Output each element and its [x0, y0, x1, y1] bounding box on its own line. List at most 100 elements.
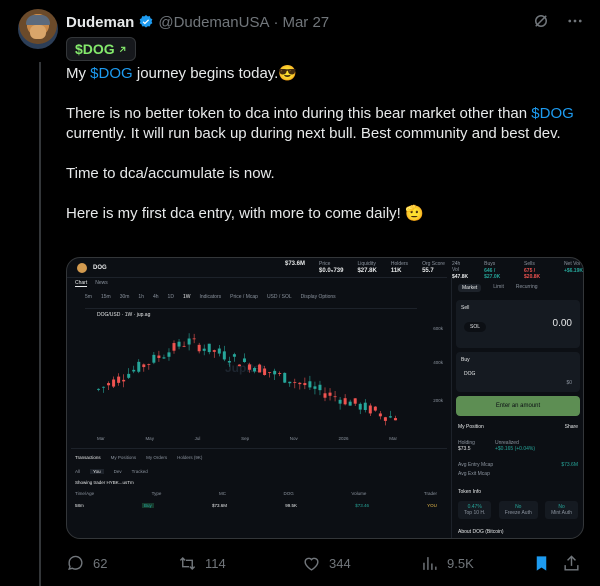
candle [212, 350, 216, 352]
candle [147, 364, 151, 365]
candle [283, 372, 287, 383]
candle [393, 418, 397, 421]
candle [388, 416, 392, 418]
tab-transactions[interactable]: Transactions [75, 455, 101, 460]
candle [197, 344, 201, 352]
y-axis: 600k 400k 200k [417, 308, 447, 434]
tf-1d[interactable]: 1D [168, 294, 174, 300]
attached-screenshot[interactable]: DOG $73.6M Price $0.0₅739 Liquidity $27.8K… [66, 257, 584, 539]
candle [152, 354, 156, 363]
bookmark-button[interactable] [532, 554, 562, 573]
price-chart[interactable]: Chart News 5m 15m 30m 1h 4h 1D 1W Indica… [71, 280, 447, 446]
tab-chart[interactable]: Chart [75, 280, 88, 287]
candle [258, 364, 262, 373]
display-options[interactable]: Display Options [301, 294, 336, 300]
candle [348, 401, 352, 406]
price-mcap-toggle[interactable]: Price / Mcap [230, 294, 258, 300]
tab-news[interactable]: News [95, 280, 108, 287]
token-topbar: DOG $73.6M Price $0.0₅739 Liquidity $27.8K… [67, 258, 447, 278]
candle [308, 381, 312, 388]
views-icon [423, 556, 437, 570]
candle [363, 402, 367, 411]
views-button[interactable]: 9.5K [420, 554, 532, 573]
share-link[interactable]: Share [565, 424, 578, 430]
buy-token[interactable]: DOG [464, 371, 475, 377]
arrow-up-right-icon [118, 41, 127, 57]
candle [207, 343, 211, 353]
repost-button[interactable]: 114 [178, 554, 302, 573]
cashtag-pill[interactable]: $DOG [66, 37, 136, 61]
view-count: 9.5K [447, 555, 474, 571]
candles-plot[interactable]: DOG/USD · 1W · jup.ag Jupiter [85, 308, 417, 434]
candle [202, 348, 206, 351]
sell-token[interactable]: SOL [464, 322, 487, 332]
candle [162, 357, 166, 359]
tf-4h[interactable]: 4h [153, 294, 159, 300]
tf-30m[interactable]: 30m [120, 294, 130, 300]
usd-sol-toggle[interactable]: USD / SOL [267, 294, 292, 300]
tab-holders[interactable]: Holders (9K) [177, 455, 202, 460]
grok-icon[interactable] [532, 12, 550, 30]
avatar[interactable] [18, 9, 58, 49]
sell-panel[interactable]: Sell SOL 0.00 [456, 300, 580, 348]
tf-1h[interactable]: 1h [138, 294, 144, 300]
coin-icon [77, 262, 87, 273]
about-token[interactable]: About DOG (Bitcoin) [458, 529, 578, 535]
ticker: DOG [93, 264, 107, 271]
buy-amount: $0 [566, 380, 572, 386]
table-row[interactable]: 58m Buy $73.6M 99.5K $73.46 YOU [75, 503, 437, 508]
tab-limit[interactable]: Limit [493, 284, 504, 292]
tf-15m[interactable]: 15m [101, 294, 111, 300]
candle [253, 367, 257, 372]
repost-icon [179, 556, 196, 570]
mcap-value: $73.6M [285, 261, 306, 267]
sunglasses-emoji: 😎 [278, 65, 298, 82]
timeframe-bar: 5m 15m 30m 1h 4h 1D 1W Indicators Price … [85, 294, 336, 300]
candle [167, 352, 171, 357]
filter-you[interactable]: You [90, 469, 104, 474]
candles-svg [97, 333, 397, 426]
display-name[interactable]: Dudeman [66, 14, 134, 31]
candle [288, 381, 292, 384]
candle [217, 348, 221, 354]
candle [172, 343, 176, 351]
candle [102, 386, 106, 388]
col-header: Trader [423, 491, 437, 496]
verified-badge-icon[interactable] [138, 14, 154, 30]
candle [373, 406, 377, 411]
filter-all[interactable]: All [75, 469, 80, 474]
tf-5m[interactable]: 5m [85, 294, 92, 300]
enter-amount-button[interactable]: Enter an amount [456, 396, 580, 416]
handle[interactable]: @DudemanUSA [158, 14, 269, 31]
candle [192, 338, 196, 340]
tf-1w[interactable]: 1W [183, 294, 191, 300]
candle [313, 386, 317, 389]
action-bar: 62 114 344 9.5K [66, 552, 588, 574]
tab-my-orders[interactable]: My Orders [146, 455, 167, 460]
tab-my-positions[interactable]: My Positions [111, 455, 137, 460]
tab-recurring[interactable]: Recurring [516, 284, 538, 292]
like-button[interactable]: 344 [302, 554, 420, 573]
candle [293, 382, 297, 383]
candle [353, 398, 357, 404]
share-button[interactable] [562, 554, 586, 573]
indicators-button[interactable]: Indicators [199, 294, 221, 300]
more-icon[interactable] [566, 12, 584, 30]
share-icon [564, 554, 579, 571]
tab-market[interactable]: Market [458, 284, 482, 292]
filter-dev[interactable]: Dev [114, 469, 122, 474]
buy-panel[interactable]: Buy DOG $0 [456, 352, 580, 392]
candle [232, 354, 236, 357]
avatar-hat [26, 15, 50, 25]
post-date[interactable]: Mar 27 [282, 14, 329, 31]
y-tick: 200k [433, 398, 443, 403]
x-axis: Mar May Jul Sep Nov 2026 Mar [97, 436, 397, 441]
separator-dot: · [273, 13, 279, 31]
cashtag-link[interactable]: $DOG [90, 65, 133, 82]
cashtag-link[interactable]: $DOG [531, 105, 574, 122]
cashtag-label: $DOG [75, 41, 115, 57]
reply-button[interactable]: 62 [66, 554, 178, 573]
sell-amount[interactable]: 0.00 [553, 318, 572, 329]
candle [333, 396, 337, 398]
filter-tracked[interactable]: Tracked [132, 469, 148, 474]
